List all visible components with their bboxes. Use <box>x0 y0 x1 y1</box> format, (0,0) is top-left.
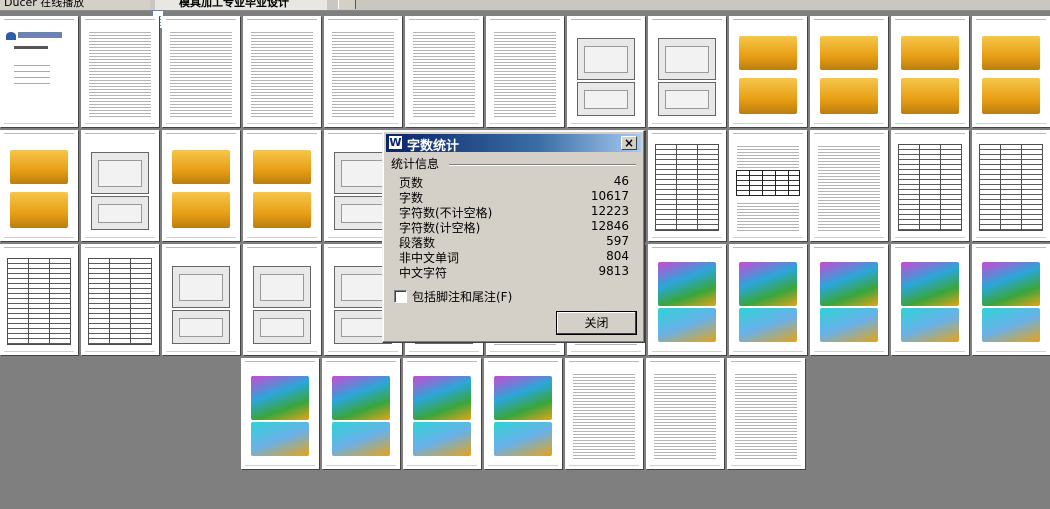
page-thumbnail[interactable] <box>729 244 807 355</box>
group-divider <box>449 164 636 166</box>
page-thumbnail[interactable] <box>648 244 726 355</box>
include-footnotes-label[interactable]: 包括脚注和尾注(F) <box>412 288 512 305</box>
page-thumbnail[interactable] <box>324 16 402 127</box>
page-thumbnail[interactable] <box>810 244 888 355</box>
page-thumbnail[interactable] <box>81 244 159 355</box>
page-thumbnail[interactable] <box>322 358 400 469</box>
stat-label: 中文字符 <box>399 266 448 280</box>
stat-row-chars-with-spaces: 字符数(计空格) 12846 <box>399 219 629 235</box>
page-thumbnail[interactable] <box>972 16 1050 127</box>
stat-value: 46 <box>613 174 629 188</box>
page-thumbnail[interactable] <box>162 130 240 241</box>
word-app-icon: W <box>389 136 402 149</box>
page-thumbnail[interactable] <box>891 16 969 127</box>
page-thumbnail[interactable] <box>972 130 1050 241</box>
page-thumbnail[interactable] <box>972 244 1050 355</box>
stat-row-words: 字数 10617 <box>399 189 629 205</box>
page-thumbnail[interactable] <box>403 358 481 469</box>
page-thumbnail[interactable] <box>241 358 319 469</box>
stat-value: 597 <box>606 234 629 248</box>
dialog-title: 字数统计 <box>407 139 460 154</box>
dialog-titlebar[interactable]: W 字数统计 × <box>386 134 641 154</box>
stat-value: 804 <box>606 249 629 263</box>
stat-row-pages: 页数 46 <box>399 174 629 190</box>
page-thumbnail[interactable] <box>565 358 643 469</box>
page-thumbnail[interactable] <box>81 130 159 241</box>
page-thumbnail[interactable] <box>0 130 78 241</box>
close-icon[interactable]: × <box>621 136 637 150</box>
stat-value: 12223 <box>590 204 629 218</box>
stat-row-chars-no-spaces: 字符数(不计空格) 12223 <box>399 204 629 220</box>
page-thumbnail[interactable] <box>648 16 726 127</box>
page-thumbnail[interactable] <box>484 358 562 469</box>
page-thumbnail[interactable] <box>891 244 969 355</box>
page-thumbnail[interactable] <box>405 16 483 127</box>
stat-value: 9813 <box>598 264 629 278</box>
page-thumbnail[interactable] <box>729 16 807 127</box>
page-thumbnail[interactable] <box>810 130 888 241</box>
page-thumbnail[interactable] <box>243 16 321 127</box>
page-thumbnail[interactable] <box>81 16 159 127</box>
page-thumbnail[interactable] <box>243 130 321 241</box>
page-thumbnail[interactable] <box>162 244 240 355</box>
stat-row-chinese-chars: 中文字符 9813 <box>399 264 629 280</box>
page-thumbnail[interactable] <box>648 130 726 241</box>
include-footnotes-checkbox[interactable] <box>394 290 407 303</box>
stat-row-non-chinese-words: 非中文单词 804 <box>399 249 629 265</box>
stat-value: 10617 <box>590 189 629 203</box>
page-thumbnail[interactable] <box>729 130 807 241</box>
statistics-group-label: 统计信息 <box>391 157 440 171</box>
page-thumbnail[interactable] <box>567 16 645 127</box>
stat-value: 12846 <box>590 219 629 233</box>
page-thumbnail[interactable] <box>486 16 564 127</box>
page-thumbnail[interactable] <box>0 16 78 127</box>
page-thumbnail[interactable] <box>243 244 321 355</box>
close-button[interactable]: 关闭 <box>556 311 637 335</box>
page-thumbnail[interactable] <box>810 16 888 127</box>
page-thumbnail[interactable] <box>727 358 805 469</box>
word-count-dialog: W 字数统计 × 统计信息 页数 46 字数 10617 字符数(不计空格) 1… <box>382 130 645 343</box>
stat-row-paragraphs: 段落数 597 <box>399 234 629 250</box>
page-thumbnail[interactable] <box>891 130 969 241</box>
page-thumbnail[interactable] <box>646 358 724 469</box>
page-thumbnail[interactable] <box>0 244 78 355</box>
page-thumbnail[interactable] <box>162 16 240 127</box>
